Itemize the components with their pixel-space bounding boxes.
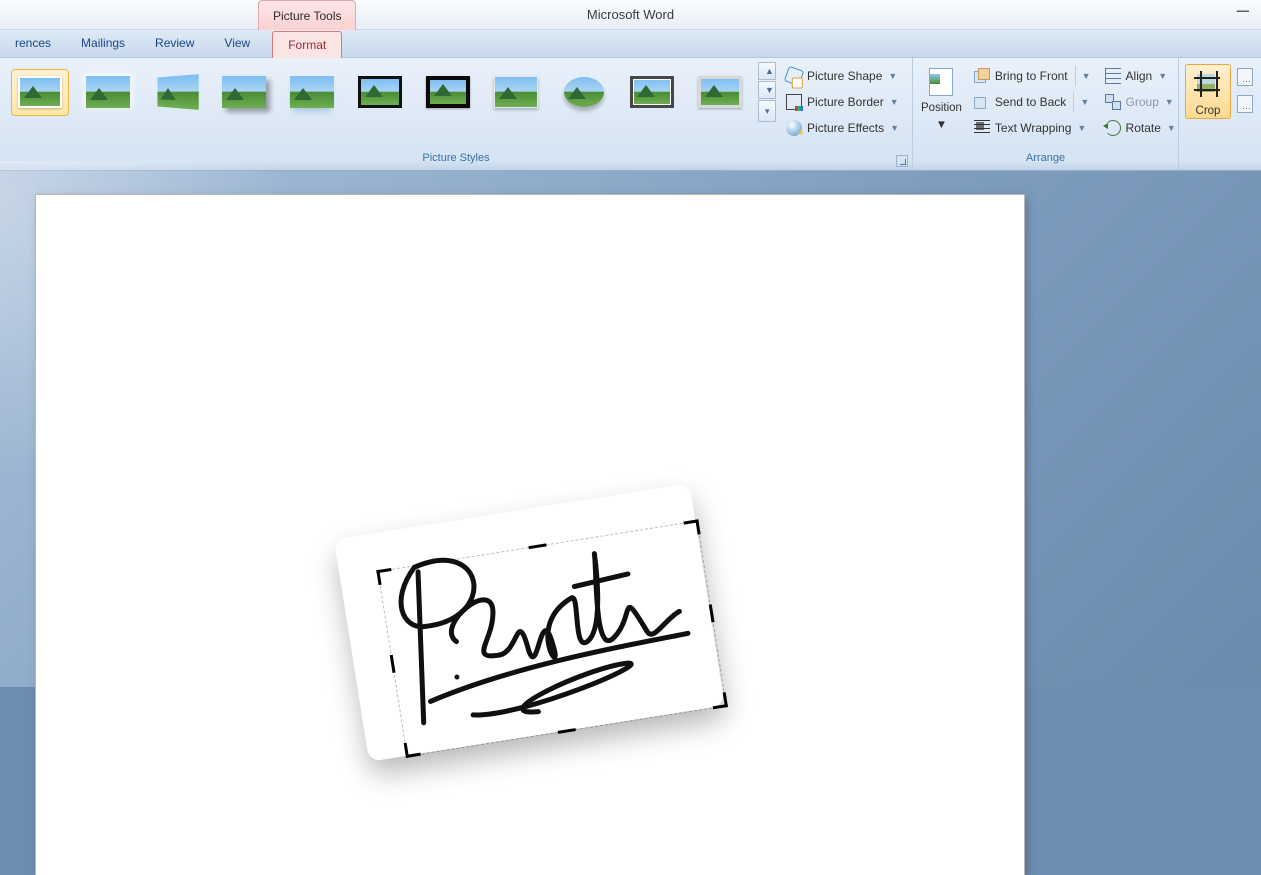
selected-picture[interactable]: P. Smith [311, 459, 763, 819]
height-field[interactable] [1237, 68, 1253, 86]
send-to-back-icon [974, 94, 990, 110]
crop-icon [1194, 71, 1222, 99]
picture-shape-button[interactable]: Picture Shape ▼ [782, 64, 903, 88]
app-title: Microsoft Word [587, 0, 674, 30]
picture-styles-dialog-launcher[interactable] [896, 155, 908, 167]
picture-border-label: Picture Border [807, 95, 884, 109]
picture-border-button[interactable]: Picture Border ▼ [782, 90, 903, 114]
text-wrapping-label: Text Wrapping [995, 121, 1071, 135]
dropdown-icon: ▼ [890, 123, 899, 133]
crop-button[interactable]: Crop [1185, 64, 1231, 119]
style-thumb-1[interactable] [12, 70, 68, 115]
group-icon [1105, 94, 1121, 110]
align-label: Align [1126, 69, 1153, 83]
group-size: Crop [1179, 58, 1261, 170]
dropdown-icon: ▼ [1167, 123, 1176, 133]
gallery-more-button[interactable]: ▾ [758, 100, 776, 122]
style-thumb-5[interactable] [284, 70, 340, 115]
crop-handle-tr[interactable] [679, 519, 702, 542]
group-label-arrange: Arrange [919, 152, 1172, 170]
text-wrapping-icon [974, 120, 990, 136]
style-thumb-6[interactable] [352, 70, 408, 115]
dropdown-icon: ▼ [1080, 97, 1089, 107]
group-label-size [1185, 152, 1255, 170]
style-thumb-8[interactable] [488, 70, 544, 115]
align-button[interactable]: Align ▼ [1101, 64, 1180, 88]
style-thumb-9[interactable] [556, 70, 612, 115]
style-thumb-2[interactable] [80, 70, 136, 115]
title-bar: Picture Tools Microsoft Word – [0, 0, 1261, 30]
style-thumb-7[interactable] [420, 70, 476, 115]
dropdown-icon: ▼ [936, 119, 947, 132]
gallery-down-button[interactable]: ▼ [758, 81, 776, 99]
send-to-back-label: Send to Back [995, 95, 1066, 109]
crop-handle-br[interactable] [705, 687, 728, 710]
group-picture-styles: ▲ ▼ ▾ Picture Shape ▼ Picture Border ▼ [0, 58, 913, 170]
dropdown-icon: ▼ [1077, 123, 1086, 133]
crop-handle-right[interactable] [709, 604, 715, 622]
send-to-back-button[interactable]: Send to Back ▼ [970, 90, 1095, 114]
document-area: P. Smith [0, 171, 1261, 687]
gallery-scroll: ▲ ▼ ▾ [758, 62, 776, 122]
dropdown-icon: ▼ [888, 71, 897, 81]
style-thumb-11[interactable] [692, 70, 748, 115]
picture-styles-gallery: ▲ ▼ ▾ [6, 62, 776, 122]
group-button: Group ▼ [1101, 90, 1180, 114]
bring-to-front-icon [974, 68, 990, 84]
picture-effects-button[interactable]: Picture Effects ▼ [782, 116, 903, 140]
style-thumb-3[interactable] [148, 70, 204, 115]
crop-label: Crop [1196, 105, 1221, 118]
rotate-button[interactable]: Rotate ▼ [1101, 116, 1180, 140]
group-label: Group [1126, 95, 1159, 109]
picture-effects-icon [786, 120, 802, 136]
bring-to-front-button[interactable]: Bring to Front ▼ [970, 64, 1095, 88]
width-field[interactable] [1237, 95, 1253, 113]
gallery-up-button[interactable]: ▲ [758, 62, 776, 80]
tab-review[interactable]: Review [140, 30, 209, 57]
bring-to-front-label: Bring to Front [995, 69, 1068, 83]
style-thumb-10[interactable] [624, 70, 680, 115]
rotate-icon [1105, 120, 1121, 136]
dropdown-icon: ▼ [1165, 97, 1174, 107]
picture-shape-icon [784, 66, 805, 87]
ribbon: ▲ ▼ ▾ Picture Shape ▼ Picture Border ▼ [0, 58, 1261, 171]
tab-mailings[interactable]: Mailings [66, 30, 140, 57]
rotate-label: Rotate [1126, 121, 1161, 135]
align-icon [1105, 68, 1121, 84]
contextual-tab-picture-tools: Picture Tools [258, 0, 356, 30]
crop-handle-tl[interactable] [376, 567, 399, 590]
text-wrapping-button[interactable]: Text Wrapping ▼ [970, 116, 1095, 140]
ribbon-tabs: rences Mailings Review View Format [0, 30, 1261, 58]
crop-handle-bottom[interactable] [558, 728, 576, 734]
style-thumb-4[interactable] [216, 70, 272, 115]
dropdown-icon: ▼ [1082, 71, 1091, 81]
tab-references[interactable]: rences [0, 30, 66, 57]
position-icon [929, 68, 953, 96]
position-label: Position [921, 102, 962, 115]
position-button[interactable]: Position ▼ [919, 62, 964, 132]
picture-shape-label: Picture Shape [807, 69, 882, 83]
crop-handle-bl[interactable] [403, 735, 426, 758]
dropdown-icon: ▼ [890, 97, 899, 107]
tab-format[interactable]: Format [272, 31, 342, 58]
tab-view[interactable]: View [209, 30, 265, 57]
picture-border-icon [786, 94, 802, 110]
minimize-button[interactable]: – [1231, 0, 1255, 30]
group-arrange: Position ▼ Bring to Front ▼ Send to Back… [913, 58, 1179, 170]
picture-effects-label: Picture Effects [807, 121, 884, 135]
dropdown-icon: ▼ [1158, 71, 1167, 81]
document-page[interactable]: P. Smith [36, 195, 1024, 875]
